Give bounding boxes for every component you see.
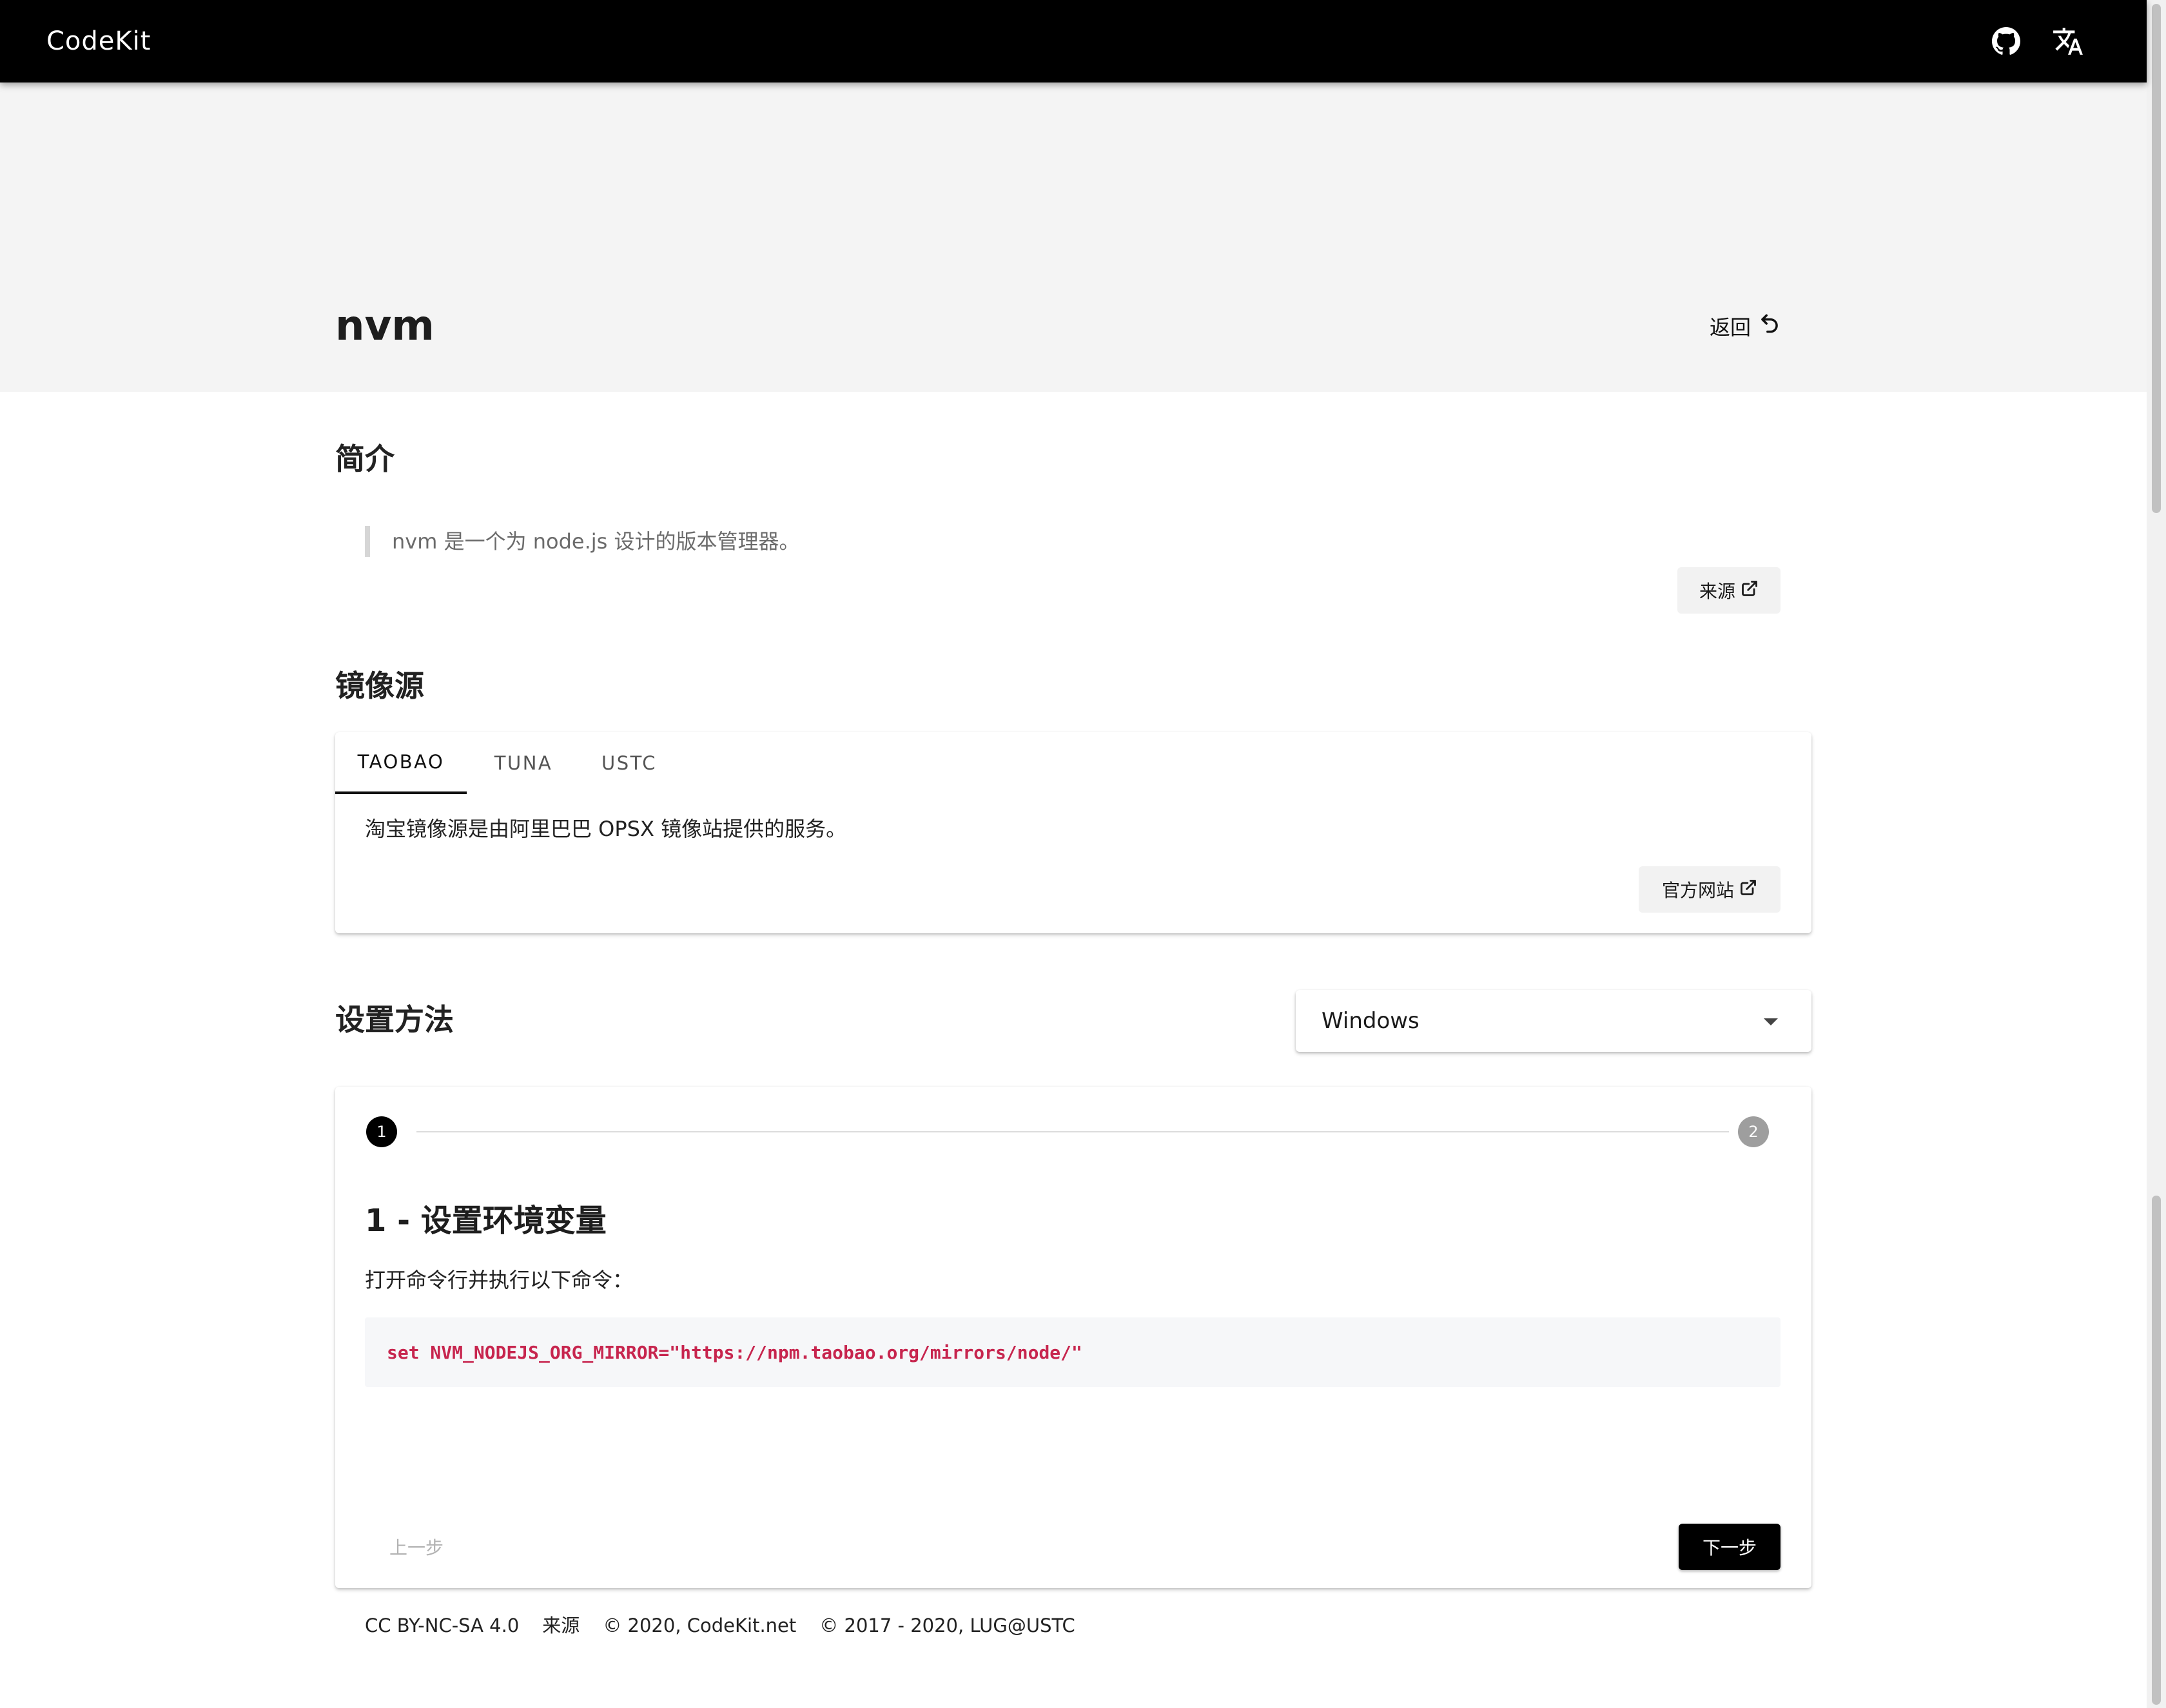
setup-heading: 设置方法	[335, 1002, 454, 1037]
os-select[interactable]: Windows	[1296, 990, 1811, 1052]
codekit-copyright-link[interactable]: © 2020, CodeKit.net	[603, 1610, 796, 1641]
app-bar: CodeKit	[0, 0, 2147, 82]
translate-icon[interactable]	[2049, 22, 2087, 61]
scrollbar-thumb[interactable]	[2152, 4, 2161, 513]
source-button[interactable]: 来源	[1677, 567, 1781, 614]
page-header	[0, 82, 2147, 392]
os-select-value: Windows	[1322, 1008, 1420, 1034]
step-instruction: 打开命令行并执行以下命令：	[365, 1268, 634, 1292]
step-indicator-1[interactable]: 1	[366, 1116, 397, 1147]
chevron-down-icon	[1764, 1018, 1778, 1025]
mirror-description: 淘宝镜像源是由阿里巴巴 OPSX 镜像站提供的服务。	[365, 817, 847, 841]
intro-heading: 简介	[335, 442, 395, 476]
official-site-label: 官方网站	[1661, 880, 1734, 901]
app-title[interactable]: CodeKit	[46, 23, 151, 59]
back-button[interactable]: 返回	[1702, 306, 1790, 347]
source-button-label: 来源	[1699, 581, 1735, 602]
page-title: nvm	[335, 302, 434, 350]
external-link-icon	[1739, 878, 1757, 901]
mirrors-heading: 镜像源	[335, 668, 424, 703]
lug-copyright-link[interactable]: © 2017 - 2020, LUG@USTC	[819, 1610, 1075, 1641]
scrollbar-track[interactable]	[2147, 0, 2166, 1708]
undo-arrow-icon	[1757, 311, 1782, 341]
prev-step-button[interactable]: 上一步	[365, 1524, 468, 1570]
tab-taobao[interactable]: TAOBAO	[335, 732, 467, 794]
intro-description: nvm 是一个为 node.js 设计的版本管理器。	[365, 526, 800, 557]
stepper-connector	[416, 1131, 1729, 1132]
source-link[interactable]: 来源	[542, 1610, 580, 1641]
mirrors-card: TAOBAO TUNA USTC 淘宝镜像源是由阿里巴巴 OPSX 镜像站提供的…	[335, 732, 1811, 933]
tab-ustc[interactable]: USTC	[580, 732, 678, 794]
footer: CC BY-NC-SA 4.0 来源 © 2020, CodeKit.net ©…	[365, 1610, 1075, 1641]
command-code-block[interactable]: set NVM_NODEJS_ORG_MIRROR="https://npm.t…	[365, 1317, 1781, 1387]
back-button-label: 返回	[1710, 315, 1751, 340]
step-title: 1 - 设置环境变量	[365, 1203, 607, 1239]
scrollbar-thumb-lower[interactable]	[2152, 1196, 2161, 1705]
github-icon[interactable]	[1987, 22, 2025, 61]
external-link-icon	[1741, 579, 1759, 602]
step-indicator-2[interactable]: 2	[1738, 1116, 1769, 1147]
license-link[interactable]: CC BY-NC-SA 4.0	[365, 1610, 519, 1641]
tab-tuna[interactable]: TUNA	[467, 732, 580, 794]
command-text: set NVM_NODEJS_ORG_MIRROR="https://npm.t…	[387, 1341, 1082, 1363]
official-site-button[interactable]: 官方网站	[1639, 866, 1781, 913]
next-step-button[interactable]: 下一步	[1679, 1524, 1781, 1570]
